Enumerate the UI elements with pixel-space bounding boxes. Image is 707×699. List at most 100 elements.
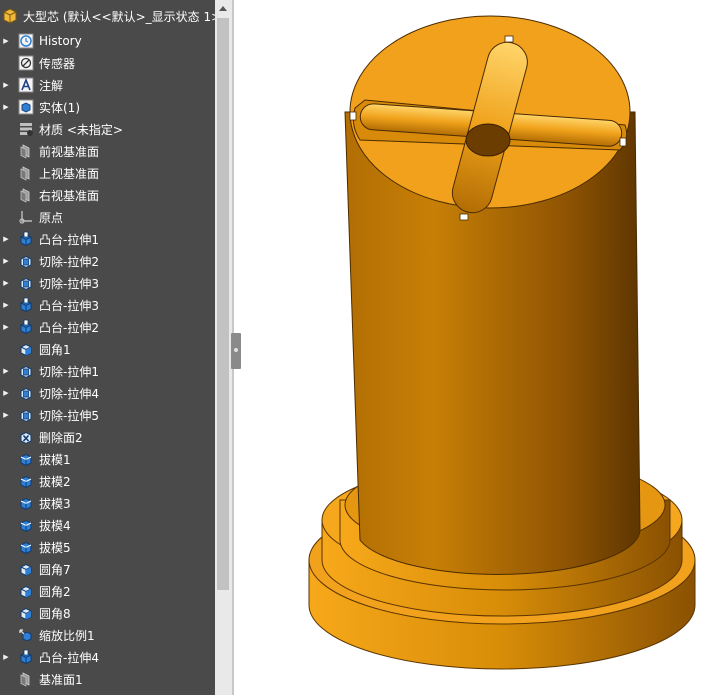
boss-extrude-icon — [18, 297, 34, 313]
tree-item[interactable]: ▶圆角8 — [0, 602, 215, 624]
tree-item[interactable]: ▶缩放比例1 — [0, 624, 215, 646]
tree-scrollbar[interactable] — [215, 0, 232, 695]
expand-arrow-icon[interactable]: ▶ — [2, 279, 10, 287]
tree-item-label: 注解 — [39, 78, 64, 93]
tree-item[interactable]: ▶传感器 — [0, 52, 215, 74]
tree-item[interactable]: ▶ 凸台-拉伸3 — [0, 294, 215, 316]
tree-item-label: 凸台-拉伸2 — [39, 320, 99, 335]
sensor-icon — [18, 55, 34, 71]
tree-item-label: 拔模4 — [39, 518, 71, 533]
tree-item-label: 原点 — [39, 210, 64, 225]
tree-item[interactable]: ▶ 切除-拉伸5 — [0, 404, 215, 426]
tree-item[interactable]: ▶圆角2 — [0, 580, 215, 602]
tree-item-label: 凸台-拉伸4 — [39, 650, 99, 665]
tree-item[interactable]: ▶前视基准面 — [0, 140, 215, 162]
expand-arrow-icon[interactable]: ▶ — [2, 235, 10, 243]
expand-arrow-icon[interactable]: ▶ — [2, 323, 10, 331]
tree-item[interactable]: ▶材质 <未指定> — [0, 118, 215, 140]
boss-extrude-icon — [18, 231, 34, 247]
plane-icon — [18, 187, 34, 203]
tree-item[interactable]: ▶ 切除-拉伸3 — [0, 272, 215, 294]
graphics-viewport[interactable] — [241, 0, 707, 695]
scroll-up-arrow-icon[interactable] — [219, 6, 227, 11]
tree-item[interactable]: ▶ History — [0, 30, 215, 52]
tree-item[interactable]: ▶ 注解 — [0, 74, 215, 96]
origin-icon — [18, 209, 34, 225]
tree-item-label: 实体(1) — [39, 100, 80, 115]
plane-icon — [18, 671, 34, 687]
tree-item[interactable]: ▶ 凸台-拉伸4 — [0, 646, 215, 668]
annotation-icon — [18, 77, 34, 93]
expand-arrow-icon[interactable]: ▶ — [2, 411, 10, 419]
tree-item[interactable]: ▶ 切除-拉伸2 — [0, 250, 215, 272]
tree-item-label: 缩放比例1 — [39, 628, 95, 643]
tree-item[interactable]: ▶拔模2 — [0, 470, 215, 492]
plane-icon — [18, 143, 34, 159]
tree-item-label: 拔模5 — [39, 540, 71, 555]
tree-item[interactable]: ▶圆角1 — [0, 338, 215, 360]
history-icon — [18, 33, 34, 49]
fillet-icon — [18, 341, 34, 357]
tree-item[interactable]: ▶右视基准面 — [0, 184, 215, 206]
tree-item-label: 切除-拉伸2 — [39, 254, 99, 269]
expand-arrow-icon[interactable]: ▶ — [2, 103, 10, 111]
tree-item-label: 传感器 — [39, 56, 76, 71]
splitter-collapse-handle[interactable] — [231, 333, 241, 369]
expand-arrow-icon[interactable]: ▶ — [2, 81, 10, 89]
cut-extrude-icon — [18, 363, 34, 379]
tree-item[interactable]: ▶拔模5 — [0, 536, 215, 558]
tree-item[interactable]: ▶基准面1 — [0, 668, 215, 690]
tree-item[interactable]: ▶拔模1 — [0, 448, 215, 470]
tree-item[interactable]: ▶原点 — [0, 206, 215, 228]
tree-item-label: History — [39, 34, 82, 48]
scrollbar-thumb[interactable] — [217, 18, 229, 590]
tree-item-label: 凸台-拉伸3 — [39, 298, 99, 313]
tree-item[interactable]: ▶ 切除-拉伸4 — [0, 382, 215, 404]
expand-arrow-icon[interactable]: ▶ — [2, 257, 10, 265]
plane-icon — [18, 165, 34, 181]
tree-item[interactable]: ▶删除面2 — [0, 426, 215, 448]
core-model-3d[interactable] — [241, 0, 707, 695]
expand-arrow-icon[interactable]: ▶ — [2, 37, 10, 45]
expand-arrow-icon[interactable]: ▶ — [2, 367, 10, 375]
fillet-icon — [18, 605, 34, 621]
tree-item-label: 切除-拉伸4 — [39, 386, 99, 401]
tree-item[interactable]: ▶拔模3 — [0, 492, 215, 514]
tree-item[interactable]: ▶ 切除-拉伸1 — [0, 360, 215, 382]
tree-root-label: 大型芯 (默认<<默认>_显示状态 1>) — [23, 9, 215, 24]
tree-item-label: 删除面2 — [39, 430, 83, 445]
tree-item-label: 圆角7 — [39, 562, 71, 577]
tree-item[interactable]: ▶上视基准面 — [0, 162, 215, 184]
tree-item[interactable]: ▶圆角7 — [0, 558, 215, 580]
tree-item-label: 基准面1 — [39, 672, 83, 687]
draft-icon — [18, 517, 34, 533]
tree-item[interactable]: ▶ 实体(1) — [0, 96, 215, 118]
tree-root-part[interactable]: 大型芯 (默认<<默认>_显示状态 1>) — [0, 6, 215, 26]
tree-item-label: 圆角1 — [39, 342, 71, 357]
tree-item-label: 切除-拉伸3 — [39, 276, 99, 291]
tree-item-label: 材质 <未指定> — [39, 122, 123, 137]
solid-bodies-icon — [18, 99, 34, 115]
cut-extrude-icon — [18, 385, 34, 401]
part-icon — [2, 8, 18, 24]
draft-icon — [18, 495, 34, 511]
fillet-icon — [18, 561, 34, 577]
expand-arrow-icon[interactable]: ▶ — [2, 653, 10, 661]
fillet-icon — [18, 583, 34, 599]
tree-item-label: 切除-拉伸1 — [39, 364, 99, 379]
tree-item-label: 凸台-拉伸1 — [39, 232, 99, 247]
draft-icon — [18, 473, 34, 489]
boss-extrude-icon — [18, 649, 34, 665]
draft-icon — [18, 451, 34, 467]
tree-item[interactable]: ▶ 凸台-拉伸2 — [0, 316, 215, 338]
tree-item-label: 拔模2 — [39, 474, 71, 489]
material-icon — [18, 121, 34, 137]
tree-item[interactable]: ▶ 凸台-拉伸1 — [0, 228, 215, 250]
draft-icon — [18, 539, 34, 555]
tree-item[interactable]: ▶拔模4 — [0, 514, 215, 536]
tree-item-label: 右视基准面 — [39, 188, 100, 203]
expand-arrow-icon[interactable]: ▶ — [2, 389, 10, 397]
expand-arrow-icon[interactable]: ▶ — [2, 301, 10, 309]
scale-icon — [18, 627, 34, 643]
cut-extrude-icon — [18, 275, 34, 291]
